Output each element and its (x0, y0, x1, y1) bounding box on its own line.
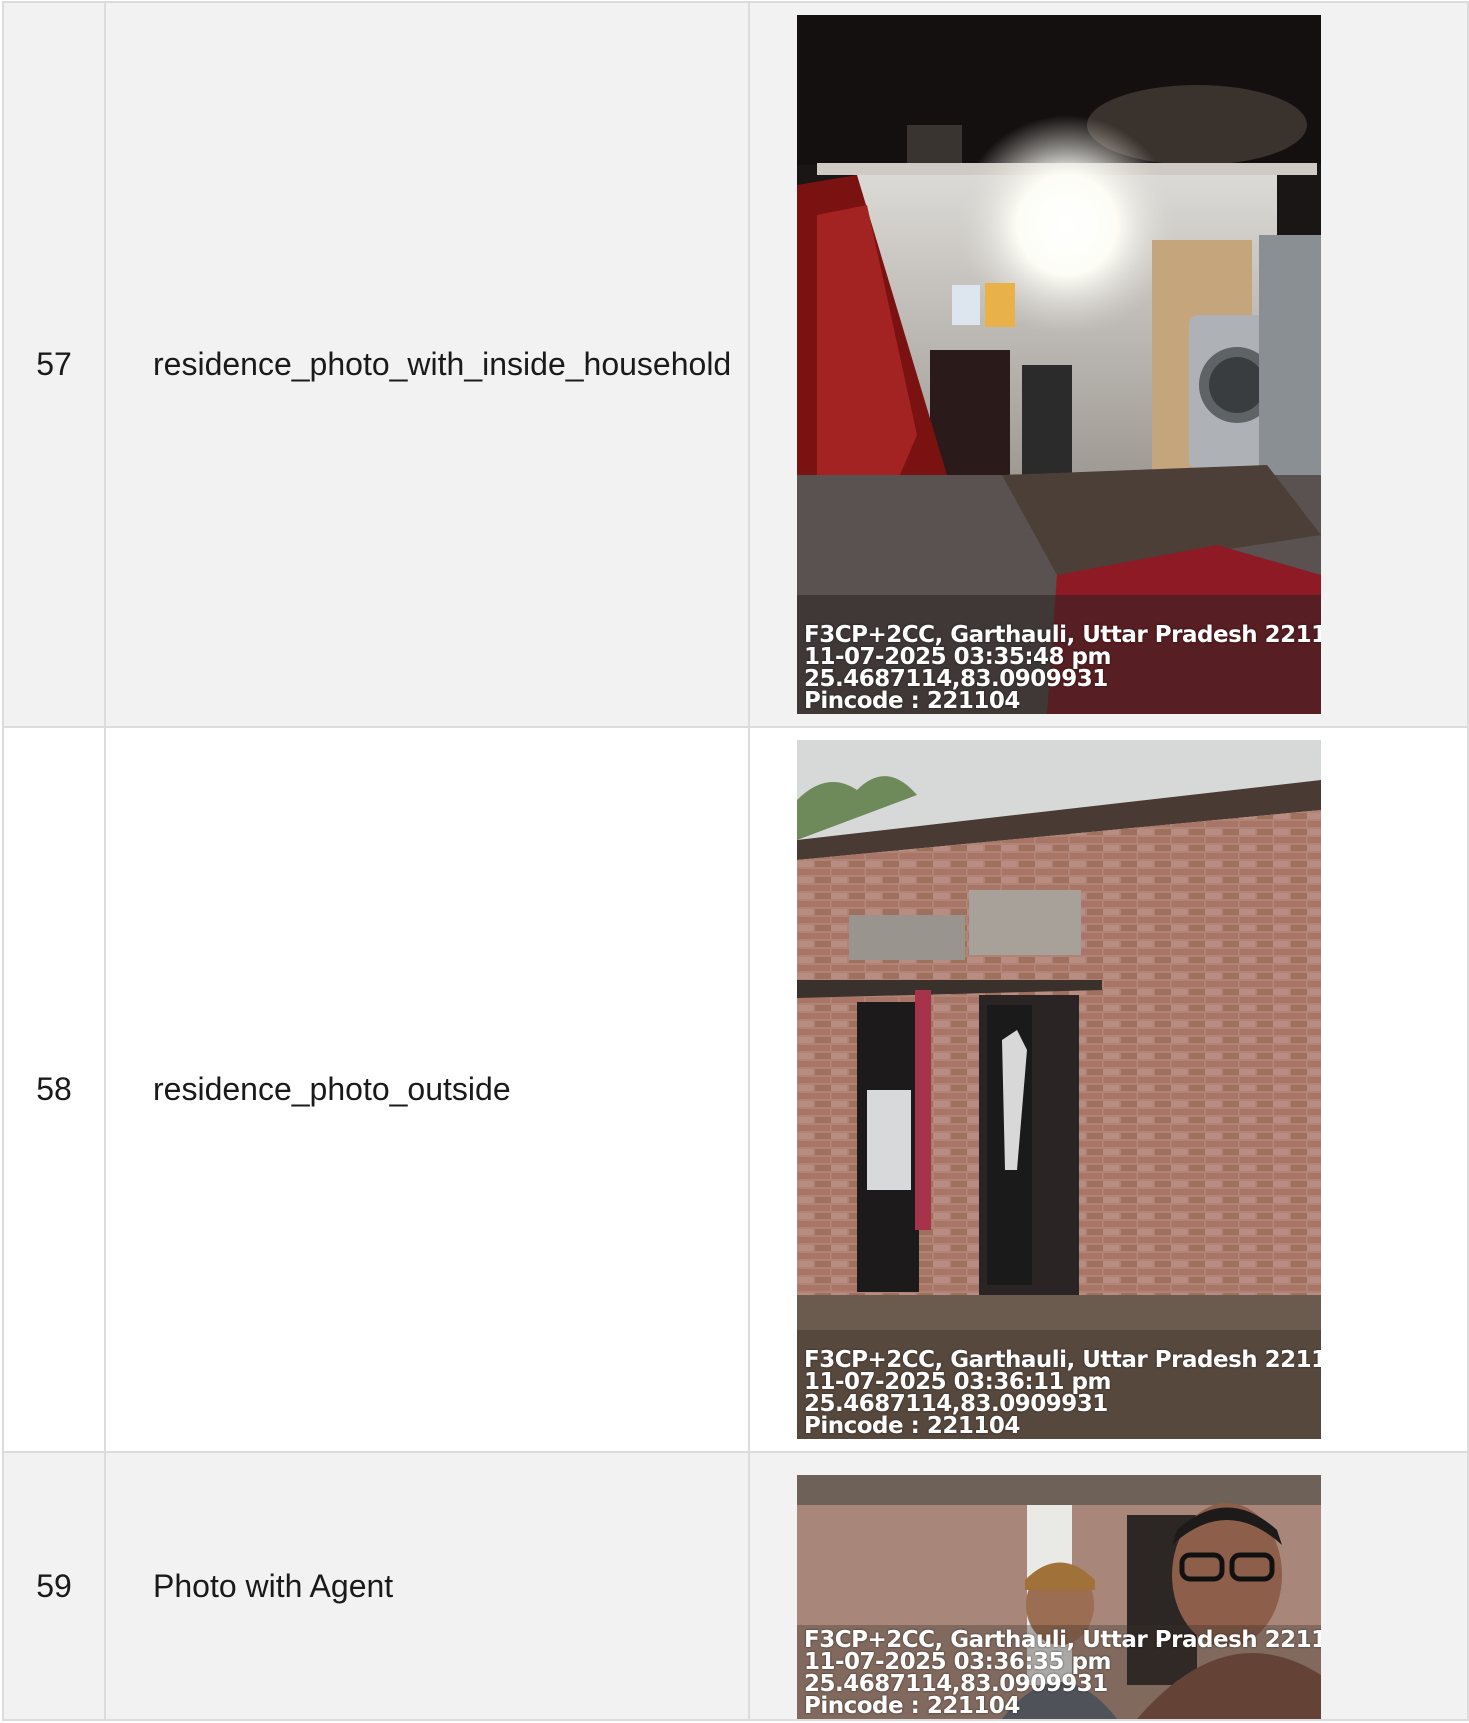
agent-photo[interactable]: F3CP+2CC, Garthauli, Uttar Pradesh 22110… (797, 1475, 1321, 1719)
field-label: Photo with Agent (104, 1451, 750, 1721)
geo-stamp-address: F3CP+2CC, Garthauli, Uttar Pradesh 22110… (804, 1347, 1321, 1373)
row-number: 58 (2, 726, 106, 1453)
field-label: residence_photo_with_inside_household (104, 1, 750, 728)
outside-residence-image (797, 740, 1321, 1439)
geo-stamp-pincode: Pincode : 221104 (804, 688, 1020, 714)
geo-stamp-address: F3CP+2CC, Garthauli, Uttar Pradesh 22110… (804, 1627, 1321, 1653)
geo-stamp: F3CP+2CC, Garthauli, Uttar Pradesh 22110… (804, 622, 1321, 714)
geo-stamp-pincode: Pincode : 221104 (804, 1413, 1020, 1439)
table-row: 59 Photo with Agent F3CP+2CC, Garthauli,… (2, 1451, 1469, 1721)
geo-stamp-address: F3CP+2CC, Garthauli, Uttar Pradesh 22110… (804, 622, 1321, 648)
geo-stamp-coords: 25.4687114,83.0909931 (804, 1391, 1108, 1417)
geo-stamp-pincode: Pincode : 221104 (804, 1693, 1020, 1719)
inside-household-image (797, 15, 1321, 714)
photo-cell: F3CP+2CC, Garthauli, Uttar Pradesh 22110… (748, 1451, 1469, 1721)
table-row: 57 residence_photo_with_inside_household (2, 1, 1469, 728)
table-row: 58 residence_photo_outside F3CP+2CC, Gar… (2, 726, 1469, 1453)
outside-residence-photo[interactable]: F3CP+2CC, Garthauli, Uttar Pradesh 22110… (797, 740, 1321, 1439)
row-number: 59 (2, 1451, 106, 1721)
records-table: 57 residence_photo_with_inside_household (2, 1, 1469, 1721)
photo-cell: F3CP+2CC, Garthauli, Uttar Pradesh 22110… (748, 1, 1469, 728)
field-label: residence_photo_outside (104, 726, 750, 1453)
geo-stamp-datetime: 11-07-2025 03:36:11 pm (804, 1369, 1111, 1395)
geo-stamp-coords: 25.4687114,83.0909931 (804, 1671, 1108, 1697)
photo-cell: F3CP+2CC, Garthauli, Uttar Pradesh 22110… (748, 726, 1469, 1453)
geo-stamp: F3CP+2CC, Garthauli, Uttar Pradesh 22110… (804, 1347, 1321, 1439)
geo-stamp-datetime: 11-07-2025 03:36:35 pm (804, 1649, 1111, 1675)
row-number: 57 (2, 1, 106, 728)
geo-stamp-datetime: 11-07-2025 03:35:48 pm (804, 644, 1111, 670)
geo-stamp: F3CP+2CC, Garthauli, Uttar Pradesh 22110… (804, 1627, 1321, 1719)
geo-stamp-coords: 25.4687114,83.0909931 (804, 666, 1108, 692)
inside-household-photo[interactable]: F3CP+2CC, Garthauli, Uttar Pradesh 22110… (797, 15, 1321, 714)
